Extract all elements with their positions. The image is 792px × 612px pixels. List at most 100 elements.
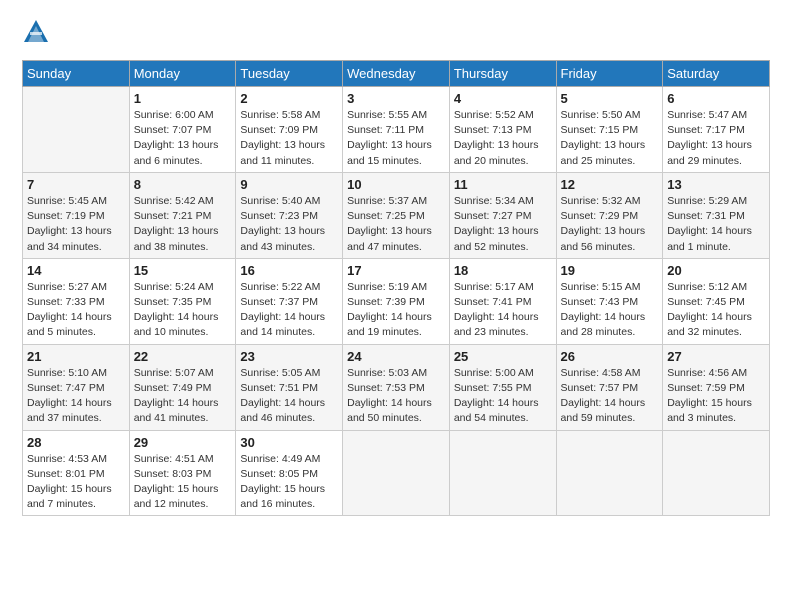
day-number: 18 [454, 263, 552, 278]
day-number: 9 [240, 177, 338, 192]
calendar-header-day: Thursday [449, 61, 556, 87]
logo-icon [22, 18, 50, 46]
day-number: 15 [134, 263, 232, 278]
day-info: Sunrise: 4:58 AMSunset: 7:57 PMDaylight:… [561, 366, 659, 427]
calendar-day-cell: 24 Sunrise: 5:03 AMSunset: 7:53 PMDayligh… [343, 344, 450, 430]
calendar-day-cell: 10Sunrise: 5:37 AMSunset: 7:25 PMDayligh… [343, 172, 450, 258]
calendar-day-cell: 16Sunrise: 5:22 AMSunset: 7:37 PMDayligh… [236, 258, 343, 344]
calendar-table: SundayMondayTuesdayWednesdayThursdayFrid… [22, 60, 770, 516]
day-info: Sunrise: 5:29 AMSunset: 7:31 PMDaylight:… [667, 194, 765, 255]
day-info: Sunrise: 4:49 AMSunset: 8:05 PMDaylight:… [240, 452, 338, 513]
day-number: 25 [454, 349, 552, 364]
day-info: Sunrise: 5:22 AMSunset: 7:37 PMDaylight:… [240, 280, 338, 341]
calendar-week-row: 28 Sunrise: 4:53 AMSunset: 8:01 PMDayligh… [23, 430, 770, 516]
day-number: 6 [667, 91, 765, 106]
calendar-day-cell: 13 Sunrise: 5:29 AMSunset: 7:31 PMDayligh… [663, 172, 770, 258]
calendar-day-cell [449, 430, 556, 516]
calendar-day-cell: 20 Sunrise: 5:12 AMSunset: 7:45 PMDayligh… [663, 258, 770, 344]
day-info: Sunrise: 5:12 AMSunset: 7:45 PMDaylight:… [667, 280, 765, 341]
day-number: 13 [667, 177, 765, 192]
calendar-day-cell: 3 Sunrise: 5:55 AMSunset: 7:11 PMDaylight… [343, 87, 450, 173]
day-number: 24 [347, 349, 445, 364]
day-info: Sunrise: 5:40 AMSunset: 7:23 PMDaylight:… [240, 194, 338, 255]
day-number: 5 [561, 91, 659, 106]
calendar-day-cell: 12 Sunrise: 5:32 AMSunset: 7:29 PMDayligh… [556, 172, 663, 258]
day-number: 27 [667, 349, 765, 364]
calendar-day-cell: 11Sunrise: 5:34 AMSunset: 7:27 PMDayligh… [449, 172, 556, 258]
calendar-day-cell [556, 430, 663, 516]
day-info: Sunrise: 5:27 AMSunset: 7:33 PMDaylight:… [27, 280, 125, 341]
day-number: 1 [134, 91, 232, 106]
calendar-day-cell: 6 Sunrise: 5:47 AMSunset: 7:17 PMDaylight… [663, 87, 770, 173]
day-info: Sunrise: 5:07 AMSunset: 7:49 PMDaylight:… [134, 366, 232, 427]
day-info: Sunrise: 6:00 AMSunset: 7:07 PMDaylight:… [134, 108, 232, 169]
calendar-week-row: 21Sunrise: 5:10 AMSunset: 7:47 PMDayligh… [23, 344, 770, 430]
calendar-day-cell [343, 430, 450, 516]
day-info: Sunrise: 5:15 AMSunset: 7:43 PMDaylight:… [561, 280, 659, 341]
day-number: 21 [27, 349, 125, 364]
calendar-day-cell: 19Sunrise: 5:15 AMSunset: 7:43 PMDayligh… [556, 258, 663, 344]
calendar-day-cell: 15 Sunrise: 5:24 AMSunset: 7:35 PMDayligh… [129, 258, 236, 344]
day-info: Sunrise: 5:03 AMSunset: 7:53 PMDaylight:… [347, 366, 445, 427]
calendar-header-day: Tuesday [236, 61, 343, 87]
day-number: 12 [561, 177, 659, 192]
calendar-day-cell: 4 Sunrise: 5:52 AMSunset: 7:13 PMDaylight… [449, 87, 556, 173]
calendar-day-cell: 23Sunrise: 5:05 AMSunset: 7:51 PMDayligh… [236, 344, 343, 430]
calendar-day-cell: 29 Sunrise: 4:51 AMSunset: 8:03 PMDayligh… [129, 430, 236, 516]
calendar-week-row: 14 Sunrise: 5:27 AMSunset: 7:33 PMDayligh… [23, 258, 770, 344]
calendar-day-cell: 18 Sunrise: 5:17 AMSunset: 7:41 PMDayligh… [449, 258, 556, 344]
day-number: 3 [347, 91, 445, 106]
day-number: 11 [454, 177, 552, 192]
day-number: 26 [561, 349, 659, 364]
calendar-day-cell: 21Sunrise: 5:10 AMSunset: 7:47 PMDayligh… [23, 344, 130, 430]
day-number: 20 [667, 263, 765, 278]
header [22, 18, 770, 46]
day-number: 23 [240, 349, 338, 364]
day-info: Sunrise: 5:42 AMSunset: 7:21 PMDaylight:… [134, 194, 232, 255]
day-info: Sunrise: 5:55 AMSunset: 7:11 PMDaylight:… [347, 108, 445, 169]
day-info: Sunrise: 5:17 AMSunset: 7:41 PMDaylight:… [454, 280, 552, 341]
calendar-day-cell: 8Sunrise: 5:42 AMSunset: 7:21 PMDaylight… [129, 172, 236, 258]
day-number: 17 [347, 263, 445, 278]
day-number: 30 [240, 435, 338, 450]
calendar-header-day: Wednesday [343, 61, 450, 87]
day-number: 22 [134, 349, 232, 364]
day-number: 2 [240, 91, 338, 106]
day-number: 7 [27, 177, 125, 192]
calendar-day-cell: 17 Sunrise: 5:19 AMSunset: 7:39 PMDayligh… [343, 258, 450, 344]
day-info: Sunrise: 5:47 AMSunset: 7:17 PMDaylight:… [667, 108, 765, 169]
day-info: Sunrise: 5:24 AMSunset: 7:35 PMDaylight:… [134, 280, 232, 341]
day-info: Sunrise: 5:52 AMSunset: 7:13 PMDaylight:… [454, 108, 552, 169]
calendar-header-day: Monday [129, 61, 236, 87]
calendar-header-day: Saturday [663, 61, 770, 87]
day-info: Sunrise: 5:19 AMSunset: 7:39 PMDaylight:… [347, 280, 445, 341]
calendar-day-cell: 22 Sunrise: 5:07 AMSunset: 7:49 PMDayligh… [129, 344, 236, 430]
calendar-day-cell: 25 Sunrise: 5:00 AMSunset: 7:55 PMDayligh… [449, 344, 556, 430]
day-number: 14 [27, 263, 125, 278]
calendar-header-day: Sunday [23, 61, 130, 87]
day-info: Sunrise: 4:53 AMSunset: 8:01 PMDaylight:… [27, 452, 125, 513]
calendar-day-cell: 27 Sunrise: 4:56 AMSunset: 7:59 PMDayligh… [663, 344, 770, 430]
day-info: Sunrise: 5:00 AMSunset: 7:55 PMDaylight:… [454, 366, 552, 427]
day-info: Sunrise: 5:37 AMSunset: 7:25 PMDaylight:… [347, 194, 445, 255]
day-number: 4 [454, 91, 552, 106]
day-info: Sunrise: 4:51 AMSunset: 8:03 PMDaylight:… [134, 452, 232, 513]
calendar-day-cell [663, 430, 770, 516]
calendar-day-cell: 1 Sunrise: 6:00 AMSunset: 7:07 PMDaylight… [129, 87, 236, 173]
calendar-week-row: 1 Sunrise: 6:00 AMSunset: 7:07 PMDaylight… [23, 87, 770, 173]
day-info: Sunrise: 5:50 AMSunset: 7:15 PMDaylight:… [561, 108, 659, 169]
logo [22, 18, 54, 46]
calendar-day-cell: 7 Sunrise: 5:45 AMSunset: 7:19 PMDaylight… [23, 172, 130, 258]
day-info: Sunrise: 5:32 AMSunset: 7:29 PMDaylight:… [561, 194, 659, 255]
day-info: Sunrise: 5:45 AMSunset: 7:19 PMDaylight:… [27, 194, 125, 255]
day-info: Sunrise: 4:56 AMSunset: 7:59 PMDaylight:… [667, 366, 765, 427]
calendar-header-row: SundayMondayTuesdayWednesdayThursdayFrid… [23, 61, 770, 87]
calendar-week-row: 7 Sunrise: 5:45 AMSunset: 7:19 PMDaylight… [23, 172, 770, 258]
calendar-day-cell: 26 Sunrise: 4:58 AMSunset: 7:57 PMDayligh… [556, 344, 663, 430]
day-number: 28 [27, 435, 125, 450]
calendar-day-cell: 30 Sunrise: 4:49 AMSunset: 8:05 PMDayligh… [236, 430, 343, 516]
calendar-day-cell: 2Sunrise: 5:58 AMSunset: 7:09 PMDaylight… [236, 87, 343, 173]
day-number: 29 [134, 435, 232, 450]
calendar-body: 1 Sunrise: 6:00 AMSunset: 7:07 PMDaylight… [23, 87, 770, 516]
calendar-day-cell: 9 Sunrise: 5:40 AMSunset: 7:23 PMDaylight… [236, 172, 343, 258]
